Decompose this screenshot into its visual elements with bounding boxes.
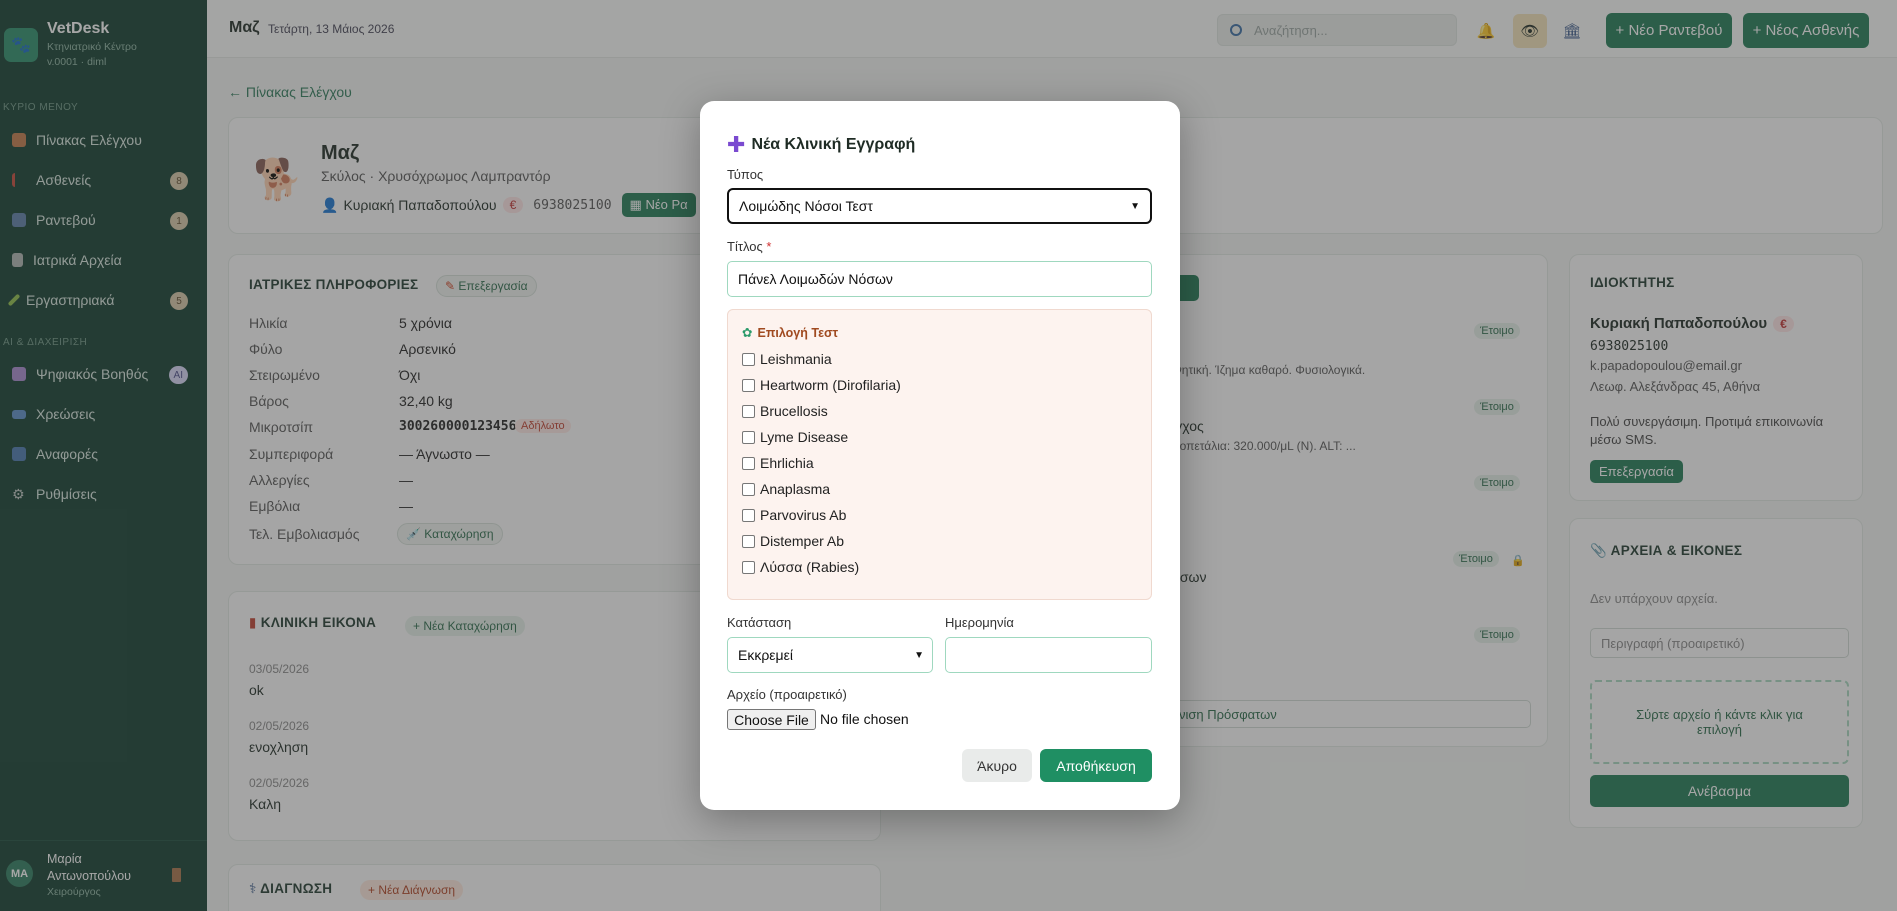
checkbox[interactable] <box>742 430 755 444</box>
test-selection-box: ✿ Επιλογή Τεστ Leishmania Heartworm (Diro… <box>727 309 1152 600</box>
test-selection-heading-text: Επιλογή Τεστ <box>757 325 839 340</box>
status-label: Κατάσταση <box>727 615 792 630</box>
checkbox[interactable] <box>742 404 755 418</box>
checkbox[interactable] <box>742 560 755 574</box>
chevron-down-icon: ▼ <box>914 649 924 661</box>
choose-file-button[interactable]: Choose File <box>727 709 816 730</box>
save-button[interactable]: Αποθήκευση <box>1040 749 1152 782</box>
status-select[interactable]: Εκκρεμεί ▼ <box>727 637 933 673</box>
modal-title-text: Νέα Κλινική Εγγραφή <box>751 136 916 153</box>
cancel-button[interactable]: Άκυρο <box>962 749 1032 782</box>
title-input[interactable]: Πάνελ Λοιμωδών Νόσων <box>727 261 1152 297</box>
test-option-label: Lyme Disease <box>760 429 849 445</box>
test-option-leishmania[interactable]: Leishmania <box>742 351 832 367</box>
modal-title: ✚ Νέα Κλινική Εγγραφή <box>727 132 915 158</box>
test-option-distemper[interactable]: Distemper Ab <box>742 533 844 549</box>
test-option-rabies[interactable]: Λύσσα (Rabies) <box>742 559 859 575</box>
title-label: Τίτλος * <box>727 239 771 254</box>
date-input[interactable] <box>945 637 1152 673</box>
test-option-heartworm[interactable]: Heartworm (Dirofilaria) <box>742 377 901 393</box>
type-label: Τύπος <box>727 167 764 182</box>
test-option-ehrlichia[interactable]: Ehrlichia <box>742 455 814 471</box>
checkbox[interactable] <box>742 352 755 366</box>
title-label-text: Τίτλος <box>727 239 763 254</box>
test-selection-heading: ✿ Επιλογή Τεστ <box>742 325 839 341</box>
checkbox[interactable] <box>742 508 755 522</box>
status-selected-value: Εκκρεμεί <box>738 647 793 663</box>
test-option-label: Leishmania <box>760 351 832 367</box>
test-option-lyme[interactable]: Lyme Disease <box>742 429 848 445</box>
test-option-anaplasma[interactable]: Anaplasma <box>742 481 830 497</box>
test-option-label: Anaplasma <box>760 481 831 497</box>
file-status-text: No file chosen <box>820 711 909 727</box>
plus-icon: ✚ <box>727 132 746 157</box>
test-option-label: Parvovirus Ab <box>760 507 847 523</box>
test-option-parvovirus[interactable]: Parvovirus Ab <box>742 507 846 523</box>
test-option-label: Heartworm (Dirofilaria) <box>760 377 901 393</box>
file-label: Αρχείο (προαιρετικό) <box>727 687 847 702</box>
checkbox[interactable] <box>742 378 755 392</box>
test-option-label: Distemper Ab <box>760 533 845 549</box>
chevron-down-icon: ▼ <box>1130 200 1140 212</box>
test-option-brucellosis[interactable]: Brucellosis <box>742 403 828 419</box>
new-clinical-record-modal: ✚ Νέα Κλινική Εγγραφή Τύπος Λοιμώδης Νόσο… <box>700 101 1180 810</box>
test-option-label: Λύσσα (Rabies) <box>760 559 860 575</box>
date-label: Ημερομηνία <box>945 615 1014 630</box>
type-selected-value: Λοιμώδης Νόσοι Τεστ <box>739 198 873 214</box>
test-option-label: Ehrlichia <box>760 455 814 471</box>
required-asterisk: * <box>766 239 772 254</box>
microbe-icon: ✿ <box>742 326 753 340</box>
checkbox[interactable] <box>742 456 755 470</box>
type-select[interactable]: Λοιμώδης Νόσοι Τεστ ▼ <box>727 188 1152 224</box>
checkbox[interactable] <box>742 482 755 496</box>
checkbox[interactable] <box>742 534 755 548</box>
test-option-label: Brucellosis <box>760 403 828 419</box>
